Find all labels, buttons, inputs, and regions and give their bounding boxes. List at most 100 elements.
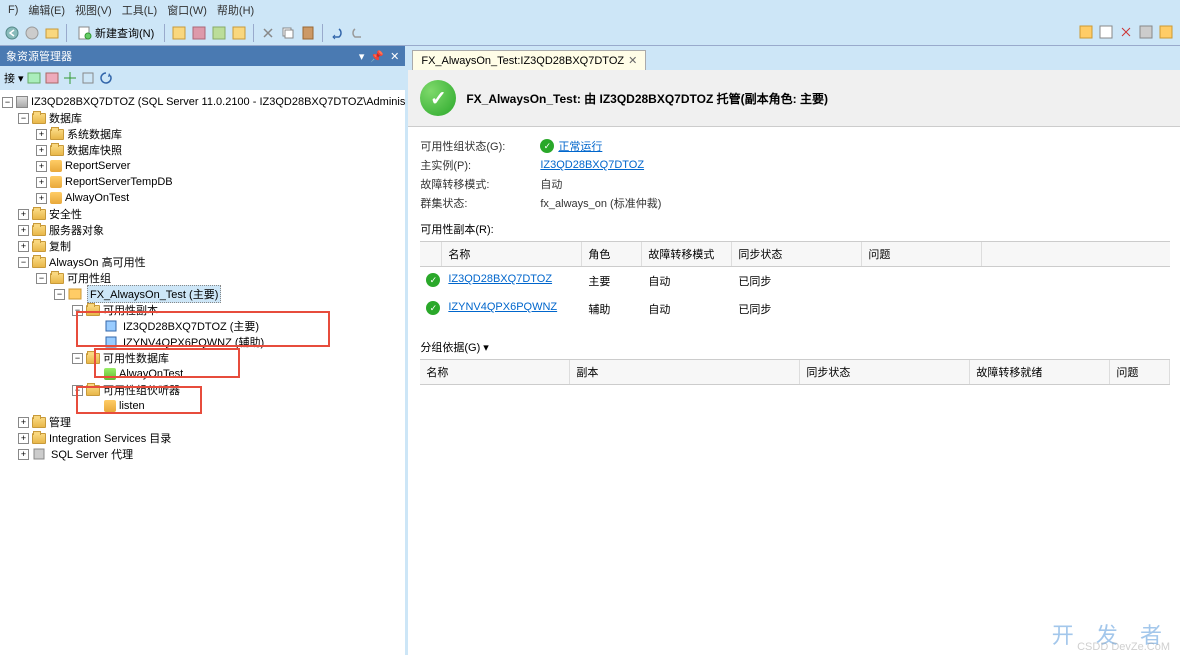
pt-icon-1[interactable]: [26, 70, 42, 86]
col-issue[interactable]: 问题: [862, 242, 982, 266]
node-serverobj[interactable]: 服务器对象: [49, 222, 104, 238]
toggle[interactable]: +: [18, 417, 29, 428]
tab-close-icon[interactable]: ✕: [628, 54, 637, 67]
toggle[interactable]: +: [18, 433, 29, 444]
pt-refresh-icon[interactable]: [98, 70, 114, 86]
open-icon[interactable]: [44, 25, 60, 41]
tree-root[interactable]: IZ3QD28BXQ7DTOZ (SQL Server 11.0.2100 - …: [31, 96, 405, 108]
tab-bar: FX_AlwaysOn_Test:IZ3QD28BXQ7DTOZ ✕: [408, 46, 1180, 70]
toggle[interactable]: +: [36, 193, 47, 204]
node-alwayson[interactable]: AlwaysOn 高可用性: [49, 254, 146, 270]
gcol-replica[interactable]: 副本: [570, 360, 800, 384]
pt-icon-3[interactable]: [62, 70, 78, 86]
toggle[interactable]: +: [36, 177, 47, 188]
node-security[interactable]: 安全性: [49, 206, 82, 222]
toggle[interactable]: −: [72, 385, 83, 396]
node-alwayontest[interactable]: AlwayOnTest: [65, 192, 129, 204]
back-icon[interactable]: [4, 25, 20, 41]
value-primary[interactable]: IZ3QD28BXQ7DTOZ: [540, 159, 644, 171]
node-listener[interactable]: listen: [119, 400, 145, 412]
menu-window[interactable]: 窗口(W): [163, 0, 211, 20]
node-integration[interactable]: Integration Services 目录: [49, 430, 171, 446]
gcol-ready[interactable]: 故障转移就绪: [970, 360, 1110, 384]
node-listeners[interactable]: 可用性组伙听器: [103, 382, 180, 398]
undo-icon[interactable]: [329, 25, 345, 41]
object-tree[interactable]: −IZ3QD28BXQ7DTOZ (SQL Server 11.0.2100 -…: [0, 90, 405, 655]
col-name[interactable]: 名称: [442, 242, 582, 266]
menu-edit[interactable]: 编辑(E): [24, 0, 69, 20]
gcol-sync[interactable]: 同步状态: [800, 360, 970, 384]
panel-pin2-icon[interactable]: 📌: [370, 50, 384, 63]
node-databases[interactable]: 数据库: [49, 110, 82, 126]
menu-tools[interactable]: 工具(L): [118, 0, 161, 20]
col-sync[interactable]: 同步状态: [732, 242, 862, 266]
cut-icon[interactable]: [260, 25, 276, 41]
node-fxtest[interactable]: FX_AlwaysOn_Test (主要): [87, 285, 221, 303]
node-replication[interactable]: 复制: [49, 238, 71, 254]
r-icon-1[interactable]: [1078, 24, 1094, 40]
toggle[interactable]: −: [18, 113, 29, 124]
toggle[interactable]: +: [18, 241, 29, 252]
node-reportserver[interactable]: ReportServer: [65, 160, 130, 172]
toggle[interactable]: +: [18, 209, 29, 220]
pt-icon-2[interactable]: [44, 70, 60, 86]
node-agdb-item[interactable]: AlwayOnTest: [119, 368, 183, 380]
node-ag[interactable]: 可用性组: [67, 270, 111, 286]
gcol-name[interactable]: 名称: [420, 360, 570, 384]
toggle[interactable]: +: [18, 449, 29, 460]
tb-icon-3[interactable]: [211, 25, 227, 41]
new-query-button[interactable]: 新建查询(N): [73, 23, 158, 43]
col-failover[interactable]: 故障转移模式: [642, 242, 732, 266]
tb-icon-4[interactable]: [231, 25, 247, 41]
node-agdb[interactable]: 可用性数据库: [103, 350, 169, 366]
node-replicas[interactable]: 可用性副本: [103, 302, 158, 318]
toggle[interactable]: −: [18, 257, 29, 268]
node-reporttemp[interactable]: ReportServerTempDB: [65, 176, 173, 188]
node-sysdb[interactable]: 系统数据库: [67, 126, 122, 142]
toggle[interactable]: −: [2, 97, 13, 108]
toggle[interactable]: +: [36, 129, 47, 140]
col-role[interactable]: 角色: [582, 242, 642, 266]
menu-view[interactable]: 视图(V): [71, 0, 116, 20]
toggle[interactable]: −: [72, 353, 83, 364]
active-tab[interactable]: FX_AlwaysOn_Test:IZ3QD28BXQ7DTOZ ✕: [412, 50, 646, 70]
row-name[interactable]: IZYNV4QPX6PQWNZ: [448, 301, 557, 313]
group-grid: 名称 副本 同步状态 故障转移就绪 问题: [420, 359, 1170, 385]
r-icon-4[interactable]: [1138, 24, 1154, 40]
panel-close-icon[interactable]: ✕: [390, 50, 399, 63]
gcol-issue[interactable]: 问题: [1110, 360, 1170, 384]
copy-icon[interactable]: [280, 25, 296, 41]
node-snapshot[interactable]: 数据库快照: [67, 142, 122, 158]
paste-icon[interactable]: [300, 25, 316, 41]
grid-row[interactable]: ✓ IZYNV4QPX6PQWNZ 辅助 自动 已同步: [420, 295, 1170, 323]
redo-icon[interactable]: [349, 25, 365, 41]
group-by-dropdown[interactable]: 分组依据(G) ▾: [420, 339, 1170, 355]
value-ag-state[interactable]: 正常运行: [558, 138, 602, 154]
r-icon-5[interactable]: [1158, 24, 1174, 40]
toggle[interactable]: +: [36, 161, 47, 172]
menu-file[interactable]: F): [4, 2, 22, 18]
toggle[interactable]: +: [36, 145, 47, 156]
node-agent[interactable]: SQL Server 代理: [51, 446, 133, 462]
forward-icon[interactable]: [24, 25, 40, 41]
query-icon: [77, 25, 93, 41]
node-replica2[interactable]: IZYNV4QPX6PQWNZ (辅助): [123, 334, 264, 350]
row-name[interactable]: IZ3QD28BXQ7DTOZ: [448, 273, 552, 285]
r-icon-2[interactable]: [1098, 24, 1114, 40]
toggle[interactable]: −: [72, 305, 83, 316]
grid-row[interactable]: ✓ IZ3QD28BXQ7DTOZ 主要 自动 已同步: [420, 267, 1170, 295]
label-primary: 主实例(P):: [420, 157, 540, 173]
toggle[interactable]: −: [36, 273, 47, 284]
menu-help[interactable]: 帮助(H): [213, 0, 258, 20]
r-icon-3[interactable]: [1118, 24, 1134, 40]
panel-pin-icon[interactable]: ▾: [359, 50, 365, 63]
tb-icon-1[interactable]: [171, 25, 187, 41]
node-management[interactable]: 管理: [49, 414, 71, 430]
toggle[interactable]: −: [54, 289, 65, 300]
node-replica1[interactable]: IZ3QD28BXQ7DTOZ (主要): [123, 318, 259, 334]
pt-icon-4[interactable]: [80, 70, 96, 86]
toggle[interactable]: +: [18, 225, 29, 236]
database-icon: [50, 176, 62, 188]
connect-dropdown[interactable]: 接 ▾: [4, 70, 24, 86]
tb-icon-2[interactable]: [191, 25, 207, 41]
